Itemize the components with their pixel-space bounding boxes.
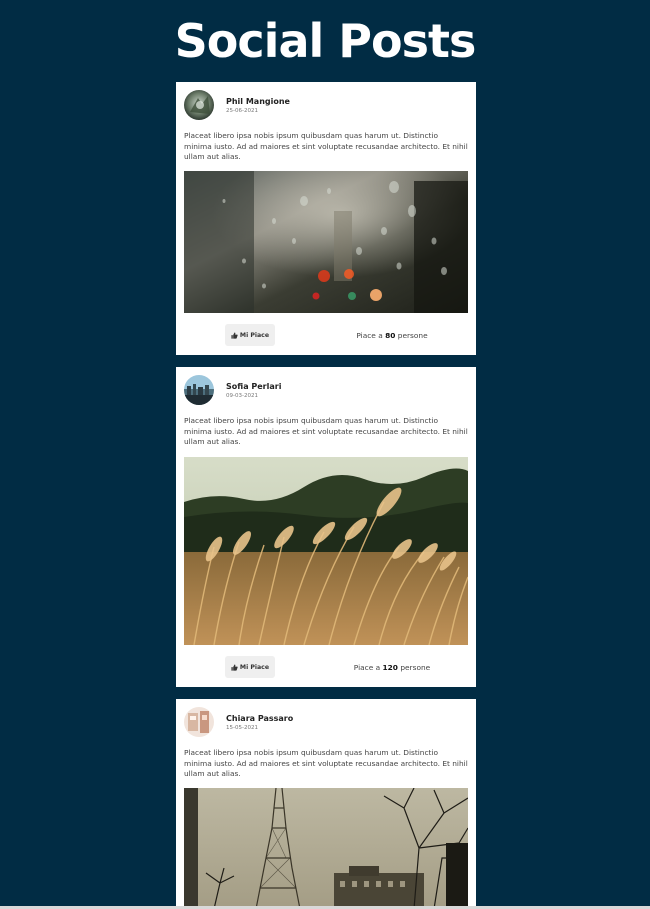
post-card: Chiara Passaro 15-05-2021 Placeat libero… — [176, 699, 476, 909]
post-date: 15-05-2021 — [226, 725, 258, 731]
post-header: Sofia Perlari 09-03-2021 — [184, 375, 468, 405]
author-name[interactable]: Chiara Passaro — [226, 714, 293, 723]
author-name[interactable]: Sofia Perlari — [226, 382, 281, 391]
post-image — [184, 788, 468, 909]
like-button-label: Mi Piace — [239, 331, 270, 339]
likes-prefix: Piace a — [356, 331, 383, 340]
thumbs-up-icon — [231, 331, 238, 339]
post-image — [184, 457, 468, 645]
avatar[interactable] — [184, 90, 214, 120]
like-button-label: Mi Piace — [239, 663, 270, 671]
likes-counter: Piace a 120 persone — [336, 663, 448, 672]
post-date: 25-06-2021 — [226, 108, 258, 114]
page-title: Social Posts — [174, 14, 477, 68]
avatar[interactable] — [184, 707, 214, 737]
likes-suffix: persone — [397, 331, 428, 340]
likes-suffix: persone — [400, 663, 431, 672]
post-date: 09-03-2021 — [226, 393, 258, 399]
like-button[interactable]: Mi Piace — [225, 324, 275, 346]
likes-prefix: Piace a — [353, 663, 381, 672]
post-card: Sofia Perlari 09-03-2021 Placeat libero … — [176, 367, 476, 687]
post-header: Chiara Passaro 15-05-2021 — [184, 707, 468, 737]
post-header: Phil Mangione 25-06-2021 — [184, 90, 468, 120]
post-text: Placeat libero ipsa nobis ipsum quibusda… — [184, 748, 468, 778]
likes-count: 120 — [382, 663, 398, 672]
avatar[interactable] — [184, 375, 214, 405]
post-card: Phil Mangione 25-06-2021 Placeat libero … — [176, 82, 476, 355]
like-button[interactable]: Mi Piace — [225, 656, 275, 678]
post-image — [184, 171, 468, 313]
likes-count: 80 — [385, 331, 396, 340]
likes-counter: Piace a 80 persone — [336, 331, 448, 340]
post-text: Placeat libero ipsa nobis ipsum quibusda… — [184, 416, 468, 446]
post-text: Placeat libero ipsa nobis ipsum quibusda… — [184, 131, 468, 161]
thumbs-up-icon — [231, 663, 238, 671]
author-name[interactable]: Phil Mangione — [226, 97, 290, 106]
